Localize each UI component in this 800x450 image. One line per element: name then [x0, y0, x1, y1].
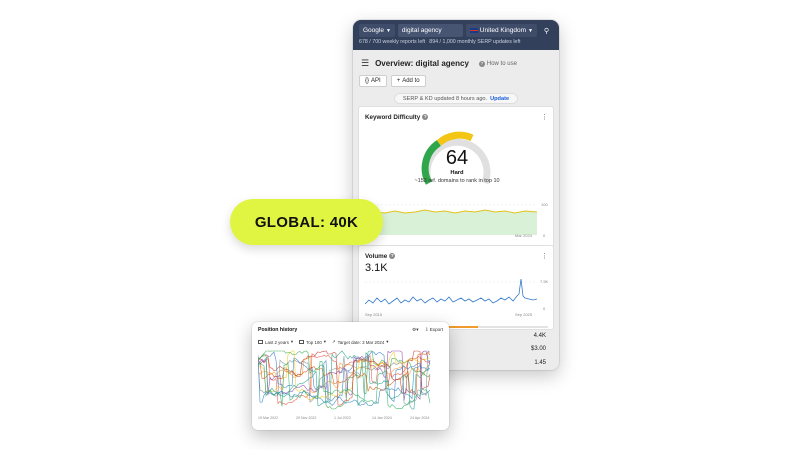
export-icon: ⇩ — [424, 327, 429, 332]
search-icon: ⚲ — [543, 27, 550, 35]
target-date-filter[interactable]: ↗ Target date: 3 Mar 2024 ▾ — [332, 339, 389, 345]
uk-flag-icon — [469, 28, 478, 33]
chevron-down-icon: ▾ — [290, 339, 294, 344]
metric-value-3: 1.45 — [534, 360, 546, 366]
help-icon: ? — [478, 60, 485, 67]
search-engine-label: Google — [363, 27, 384, 34]
top-filter[interactable]: Top 100 ▾ — [299, 339, 326, 345]
global-volume-badge: GLOBAL: 40K — [230, 199, 383, 245]
update-status-text: SERP & KD updated 8 hours ago. — [402, 95, 488, 102]
metric-value-1: 4.4K — [533, 333, 546, 339]
more-options-icon[interactable]: ⋮ — [541, 113, 548, 121]
volume-history-line — [365, 278, 538, 305]
x-tick-label: 14 Jan 2024 — [372, 416, 392, 420]
position-history-x-labels: 19 Mar 2022 29 Nov 2022 1 Jul 2023 14 Jan 2… — [258, 416, 429, 420]
period-filter-label: Last 2 years — [265, 339, 289, 345]
metric-value-2: $3.00 — [530, 346, 546, 352]
export-label: Export — [429, 327, 443, 332]
volume-value: 3.1K — [365, 262, 388, 274]
volume-axis-top: 7.5K — [540, 279, 549, 284]
trend-icon: ↗ — [331, 339, 336, 344]
weekly-reports-quota: 678 / 700 weekly reports left — [359, 39, 426, 45]
position-history-card: Position history ⚙▾ ⇩ Export Last 2 year… — [252, 322, 449, 430]
add-to-label: Add to — [402, 78, 420, 84]
more-options-icon[interactable]: ⋮ — [541, 252, 548, 260]
info-icon[interactable]: ? — [389, 253, 396, 259]
info-icon[interactable]: ? — [422, 114, 429, 120]
country-label: United Kingdom — [479, 27, 527, 34]
chevron-down-icon: ▼ — [528, 27, 533, 34]
menu-icon[interactable]: ☰ — [361, 58, 369, 69]
top-filter-label: Top 100 — [306, 339, 322, 345]
kd-title-text: Keyword Difficulty — [365, 113, 421, 121]
api-button[interactable]: {} API — [359, 75, 387, 87]
page-title: Overview: digital agency — [375, 59, 469, 68]
settings-icon[interactable]: ⚙▾ — [412, 327, 418, 333]
plus-icon: + — [396, 78, 401, 84]
kd-axis-bottom: 0 — [543, 233, 546, 238]
update-link[interactable]: Update — [490, 96, 509, 102]
kd-axis-top: 100 — [541, 202, 548, 207]
volume-history-chart: 7.5K 0 Sep 2015 Sep 2025 — [365, 278, 549, 317]
position-history-lines — [258, 350, 431, 410]
chevron-down-icon: ▾ — [323, 339, 326, 344]
kd-date-label: Mar 2024 — [515, 233, 533, 238]
search-bar-area: Google ▼ digital agency United Kingdom ▼… — [353, 20, 559, 50]
quota-info: 678 / 700 weekly reports left 894 / 1,00… — [359, 39, 553, 45]
kd-score: 64 — [445, 147, 469, 169]
country-select[interactable]: United Kingdom ▼ — [465, 24, 537, 37]
position-history-title: Position history — [258, 327, 298, 333]
chevron-down-icon: ▾ — [386, 339, 389, 344]
chevron-down-icon: ▼ — [385, 27, 391, 34]
volume-title-text: Volume — [365, 252, 388, 260]
kd-history-area — [365, 210, 537, 235]
add-to-button[interactable]: + Add to — [390, 75, 426, 87]
export-button[interactable]: ⇩ Export — [425, 327, 443, 333]
volume-title: Volume ? — [365, 252, 396, 260]
volume-date-start: Sep 2015 — [365, 312, 383, 317]
volume-axis-bottom: 0 — [543, 306, 546, 311]
volume-card: Volume ? ⋮ 3.1K 7.5K 0 Sep 2015 Sep 2025 — [358, 245, 554, 330]
x-tick-label: 1 Jul 2023 — [334, 416, 351, 420]
list-icon — [299, 340, 305, 344]
serp-updates-quota: 894 / 1,000 monthly SERP updates left — [429, 39, 521, 45]
keyword-difficulty-card: Keyword Difficulty ? ⋮ 64 Hard ~153 ref.… — [358, 106, 554, 254]
traffic-bar — [448, 326, 548, 328]
volume-date-end: Sep 2025 — [515, 312, 533, 317]
how-to-use-label: How to use — [486, 60, 517, 67]
kd-description: ~153 ref. domains to rank in top 10 — [414, 178, 500, 184]
keyword-input[interactable]: digital agency — [397, 24, 463, 37]
calendar-icon — [258, 340, 263, 344]
position-history-chart: 19 Mar 2022 29 Nov 2022 1 Jul 2023 14 Jan 2… — [258, 350, 431, 420]
how-to-use-link[interactable]: ? How to use — [478, 60, 517, 67]
x-tick-label: 24 Apr 2024 — [410, 416, 429, 420]
target-date-label: Target date: 3 Mar 2024 — [337, 339, 385, 345]
search-button[interactable]: ⚲ — [540, 24, 553, 37]
keyword-value: digital agency — [401, 27, 442, 34]
x-tick-label: 19 Mar 2022 — [258, 416, 278, 420]
period-filter[interactable]: Last 2 years ▾ — [258, 339, 293, 345]
kd-level: Hard — [450, 170, 464, 176]
search-engine-select[interactable]: Google ▼ — [359, 24, 395, 37]
serp-overview-panel: Google ▼ digital agency United Kingdom ▼… — [353, 20, 559, 370]
update-status-pill: SERP & KD updated 8 hours ago. Update — [394, 93, 518, 104]
kd-title: Keyword Difficulty ? — [365, 113, 429, 121]
api-label: API — [371, 78, 381, 84]
code-braces-icon: {} — [365, 78, 370, 84]
kd-history-chart: 100 0 Mar 2024 — [365, 202, 548, 238]
x-tick-label: 29 Nov 2022 — [296, 416, 316, 420]
